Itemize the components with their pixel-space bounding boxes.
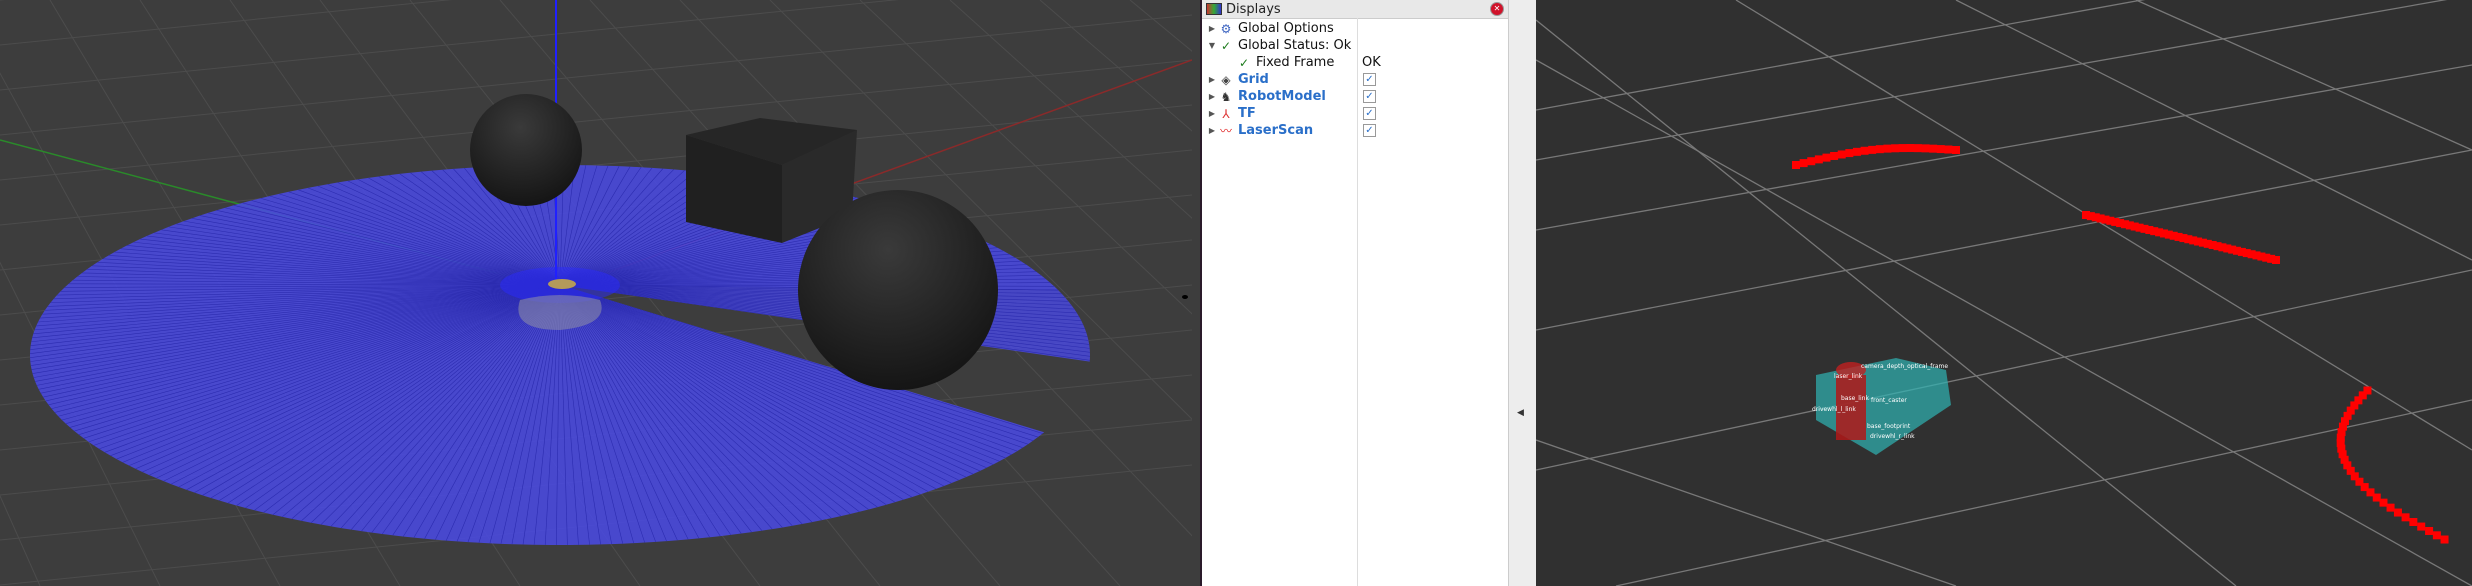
display-item-fixed-frame[interactable]: ✓ Fixed Frame OK — [1202, 54, 1507, 71]
rviz-3d-viewport[interactable]: camera_depth_optical_frame laser_link ba… — [1536, 0, 2472, 586]
item-label: TF — [1238, 106, 1256, 121]
check-icon: ✓ — [1220, 38, 1232, 53]
laser-point — [1921, 144, 1930, 153]
expand-arrow-icon[interactable]: ▶ — [1206, 126, 1218, 135]
laser-point — [1799, 159, 1808, 168]
panel-splitter[interactable]: ◀ — [1508, 0, 1536, 586]
laser-point — [1936, 145, 1945, 154]
laser-point — [2401, 513, 2410, 522]
robot-base — [548, 279, 576, 289]
item-label: Grid — [1238, 72, 1269, 87]
robot-model: camera_depth_optical_frame laser_link ba… — [1812, 358, 1951, 455]
laser-point — [1814, 155, 1823, 164]
item-label: RobotModel — [1238, 89, 1326, 104]
laser-point — [1875, 145, 1884, 154]
laser-point — [1898, 144, 1907, 153]
laser-point — [1913, 144, 1922, 153]
frame-label: camera_depth_optical_frame — [1861, 363, 1948, 370]
laser-point — [1891, 144, 1900, 153]
display-item-grid[interactable]: ▶ ◈ Grid ✓ — [1202, 71, 1507, 88]
display-item-tf[interactable]: ▶ ⅄ TF ✓ — [1202, 105, 1507, 122]
item-label: Fixed Frame — [1256, 55, 1335, 70]
grid-line — [0, 59, 1192, 181]
laser-icon: 〰 — [1219, 124, 1232, 138]
robotmodel-checkbox[interactable]: ✓ — [1363, 90, 1376, 103]
collapse-arrow-icon[interactable]: ▼ — [1206, 41, 1218, 50]
laser-point — [2425, 526, 2434, 535]
laser-point — [2432, 531, 2441, 540]
expand-arrow-icon[interactable]: ▶ — [1206, 109, 1218, 118]
tf-checkbox[interactable]: ✓ — [1363, 107, 1376, 120]
axes-icon: ⅄ — [1222, 106, 1230, 121]
laser-scan-points — [1792, 144, 2449, 544]
laser-point — [1952, 146, 1960, 154]
laser-point — [1906, 144, 1915, 153]
laser-point — [2272, 256, 2280, 264]
displays-title: Displays — [1226, 1, 1281, 17]
grid-line — [1129, 0, 1192, 52]
laser-point — [1883, 144, 1892, 153]
frame-label: base_link — [1841, 395, 1869, 402]
close-icon[interactable]: ✕ — [1490, 2, 1504, 16]
displays-header: Displays ✕ — [1202, 0, 1508, 19]
frame-label: laser_link — [1834, 373, 1863, 380]
sphere-obstacle-large — [798, 190, 998, 390]
frame-label: drivewhl_l_link — [1812, 406, 1856, 413]
frame-label: front_caster — [1871, 397, 1907, 404]
laser-point — [1837, 150, 1846, 159]
frame-label: drivewhl_r_link — [1870, 433, 1915, 440]
item-value: OK — [1362, 55, 1381, 70]
laser-point — [1830, 151, 1839, 160]
sphere-obstacle — [470, 94, 582, 206]
grid-icon: ◈ — [1221, 72, 1231, 87]
laser-point — [1929, 144, 1938, 153]
display-item-global-status[interactable]: ▼ ✓ Global Status: Ok — [1202, 37, 1507, 54]
collapse-panel-icon[interactable]: ◀ — [1517, 408, 1524, 418]
rviz-grid — [1536, 0, 2472, 586]
robot-icon: ♞ — [1220, 89, 1232, 104]
item-label: Global Status: Ok — [1238, 38, 1352, 53]
laser-point — [1845, 149, 1854, 158]
item-label: LaserScan — [1238, 123, 1314, 138]
display-item-global-options[interactable]: ▶ ⚙ Global Options — [1202, 20, 1507, 37]
laserscan-checkbox[interactable]: ✓ — [1363, 124, 1376, 137]
grid-line — [0, 14, 1192, 136]
display-item-laserscan[interactable]: ▶ 〰 LaserScan ✓ — [1202, 122, 1507, 139]
frame-label: base_footprint — [1867, 423, 1911, 430]
gear-icon: ⚙ — [1220, 21, 1232, 36]
laser-point — [1792, 161, 1800, 169]
display-item-robotmodel[interactable]: ▶ ♞ RobotModel ✓ — [1202, 88, 1507, 105]
laser-point — [2417, 522, 2426, 531]
expand-arrow-icon[interactable]: ▶ — [1206, 75, 1218, 84]
laser-point — [1822, 153, 1831, 162]
grid-checkbox[interactable]: ✓ — [1363, 73, 1376, 86]
grid-line — [0, 0, 899, 91]
expand-arrow-icon[interactable]: ▶ — [1206, 24, 1218, 33]
item-label: Global Options — [1238, 21, 1334, 36]
displays-panel: Displays ✕ ▶ ⚙ Global Options ▼ ✓ Global… — [1200, 0, 1508, 586]
laser-point — [2386, 503, 2395, 512]
laser-point — [2440, 535, 2449, 544]
laser-point — [2409, 517, 2418, 526]
monitor-icon — [1206, 3, 1222, 15]
laser-point — [1852, 147, 1861, 156]
cursor-dot — [1182, 295, 1188, 299]
laser-point — [1944, 145, 1953, 154]
check-icon: ✓ — [1238, 55, 1250, 70]
laser-point — [1807, 157, 1816, 166]
laser-point — [2379, 498, 2388, 507]
gazebo-3d-viewport[interactable] — [0, 0, 1192, 586]
laser-point — [1860, 146, 1869, 155]
expand-arrow-icon[interactable]: ▶ — [1206, 92, 1218, 101]
laser-point — [1868, 145, 1877, 154]
laser-point — [2393, 508, 2402, 517]
